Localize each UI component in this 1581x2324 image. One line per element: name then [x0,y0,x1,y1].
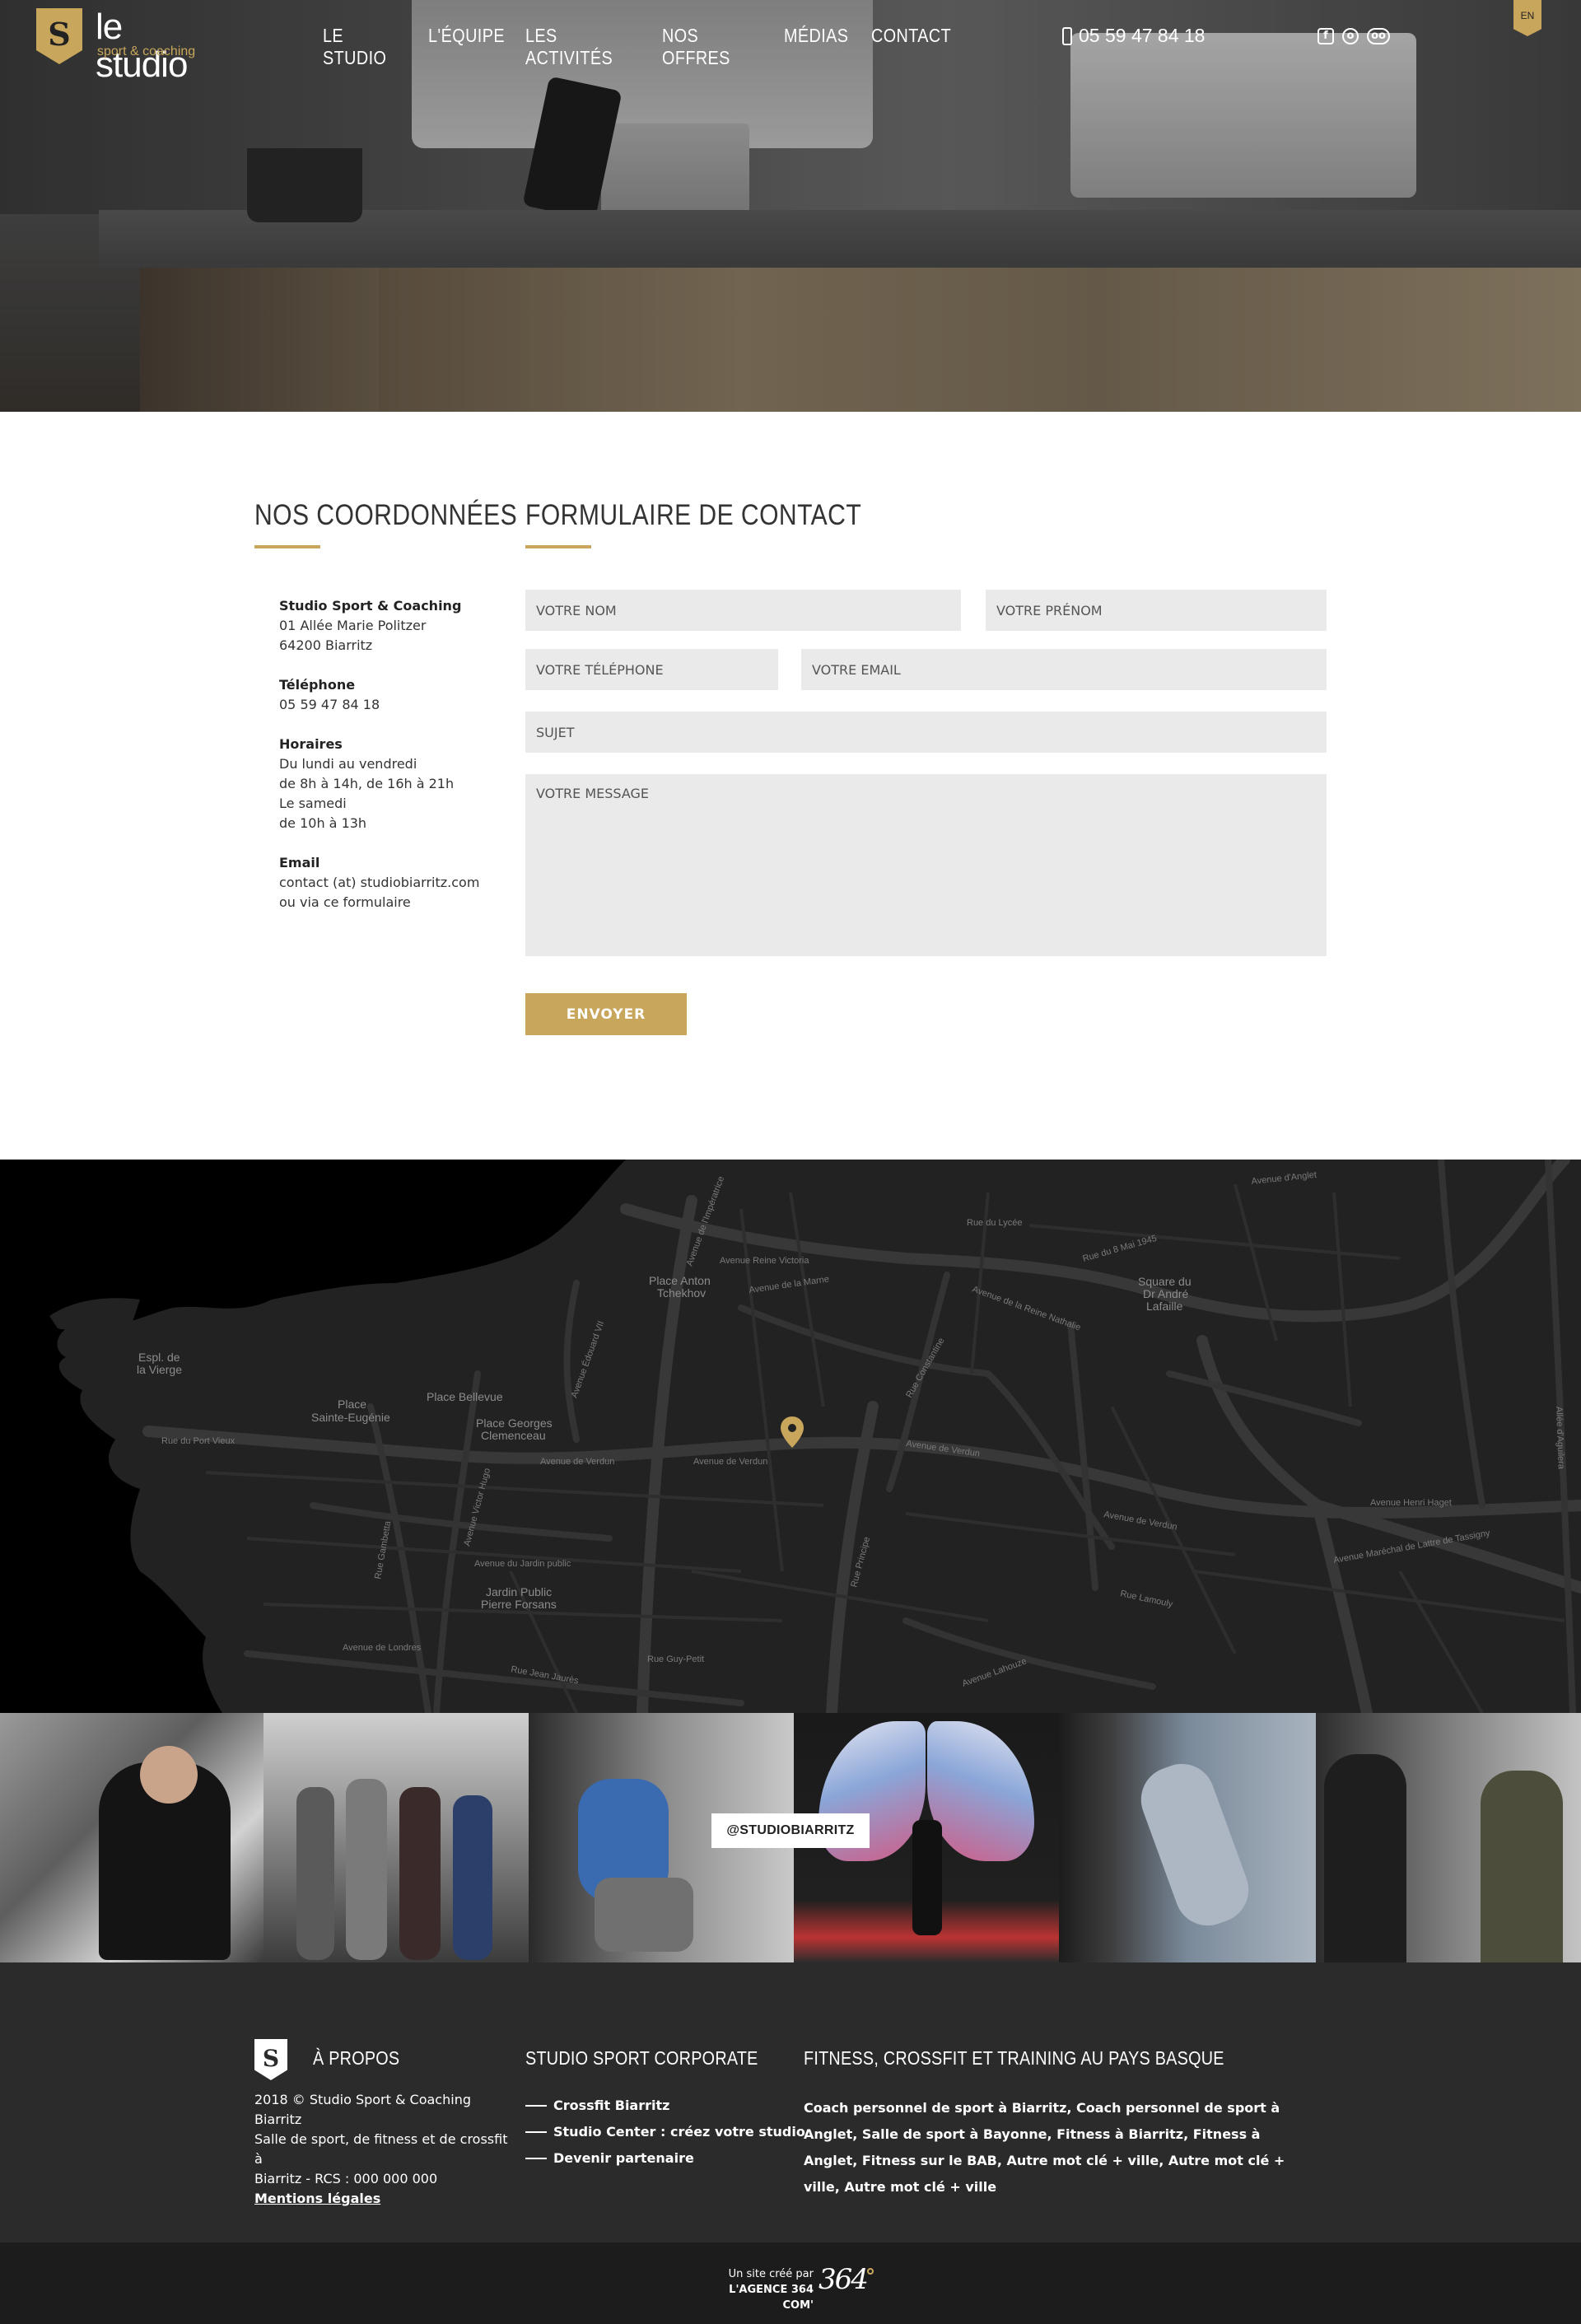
agency-credit[interactable]: Un site créé par L'AGENCE 364 COM' [698,2266,814,2313]
corp-link-studio-center[interactable]: Studio Center : créez votre studio [525,2122,805,2142]
about-line-2: Salle de sport, de fitness et de crossfi… [254,2131,508,2167]
email-label: Email [279,855,320,870]
email-value: contact (at) studiobiarritz.com [279,875,480,890]
email-alt: ou via ce formulaire [279,894,411,910]
hours-line-1: Du lundi au vendredi [279,756,417,772]
map-canvas: Espl. de la Vierge Place Sainte-Eugénie … [49,1160,1581,1713]
mobile-phone-icon [1062,26,1072,45]
sujet-input[interactable] [525,712,1327,753]
email-input[interactable] [801,649,1327,690]
header-phone[interactable]: 05 59 47 84 18 [1062,25,1205,47]
coords-heading: NOS COORDONNÉES [254,499,518,548]
footer-about-text: 2018 © Studio Sport & Coaching Biarritz … [254,2090,518,2209]
instagram-photo-2[interactable] [264,1713,529,1962]
credit-line-2: L'AGENCE 364 COM' [729,2284,814,2312]
instagram-handle-badge[interactable]: @STUDIOBIARRITZ [711,1813,870,1848]
map-label-sainte-eugenie-2: Sainte-Eugénie [311,1411,390,1424]
language-switch-en[interactable]: EN [1513,0,1541,36]
coords-title-underline [254,545,320,548]
instagram-photo-5[interactable] [1059,1713,1316,1962]
map-label-verdun-2: Avenue de Verdun [693,1457,767,1467]
map-label-clemenceau-1: Place Georges [476,1416,553,1430]
company-name: Studio Sport & Coaching [279,598,462,614]
main-nav: LE STUDIO L'ÉQUIPE LES ACTIVITÉS NOS OFF… [323,25,972,69]
map-label-clemenceau-2: Clemenceau [481,1429,546,1442]
tripadvisor-icon[interactable]: oo [1367,28,1390,44]
map-label-reine-victoria: Avenue Reine Victoria [720,1256,809,1266]
nav-activites[interactable]: LES ACTIVITÉS [525,25,613,69]
nav-medias[interactable]: MÉDIAS [784,25,848,69]
header-phone-number: 05 59 47 84 18 [1079,25,1206,46]
form-heading: FORMULAIRE DE CONTACT [525,499,1019,548]
phone-value[interactable]: 05 59 47 84 18 [279,695,510,715]
corp-link-crossfit[interactable]: Crossfit Biarritz [525,2096,805,2116]
map-label-bellevue: Place Bellevue [427,1390,503,1403]
map-label-jardin-public-2: Pierre Forsans [481,1598,557,1611]
form-title: FORMULAIRE DE CONTACT [525,499,862,531]
contact-info: Studio Sport & Coaching 01 Allée Marie P… [279,596,510,932]
address-line-1: 01 Allée Marie Politzer [279,618,427,633]
legal-notice-link[interactable]: Mentions légales [254,2191,380,2206]
logo-subtitle: sport & coaching [97,44,196,58]
instagram-photo-1[interactable] [0,1713,264,1962]
map-label-tchekhov-1: Place Anton [649,1274,711,1287]
credit-line-1: Un site créé par [728,2268,814,2280]
footer-corporate-title: STUDIO SPORT CORPORATE [525,2047,758,2069]
map-label-esplanade-1: Espl. de [138,1351,180,1364]
about-line-3: Biarritz - RCS : 000 000 000 [254,2171,438,2186]
map-label-port-vieux: Rue du Port Vieux [161,1436,236,1446]
footer-about-title: À PROPOS [313,2047,400,2069]
map-label-lycee: Rue du Lycée [967,1218,1022,1228]
hours-line-3: Le samedi [279,796,347,811]
map-label-londres: Avenue de Londres [343,1643,422,1653]
corp-link-partner[interactable]: Devenir partenaire [525,2149,805,2168]
map-label-lafaille-3: Lafaille [1146,1300,1183,1313]
instagram-icon[interactable]: o [1342,28,1359,44]
corporate-links: Crossfit Biarritz Studio Center : créez … [525,2096,805,2175]
map-label-sainte-eugenie-1: Place [338,1398,366,1411]
map-label-lafaille-2: Dr André [1143,1287,1188,1300]
phone-label: Téléphone [279,677,356,693]
nav-equipe[interactable]: L'ÉQUIPE [428,25,505,69]
nav-contact[interactable]: CONTACT [871,25,951,69]
logo-shield-icon: S [36,8,82,64]
telephone-input[interactable] [525,649,778,690]
hours-label: Horaires [279,736,343,752]
map-label-lafaille-1: Square du [1138,1275,1192,1288]
footer-fitness-title: FITNESS, CROSSFIT ET TRAINING AU PAYS BA… [804,2047,1224,2069]
nom-input[interactable] [525,590,961,631]
site-logo[interactable]: S le studio sport & coaching [36,8,217,84]
coords-title: NOS COORDONNÉES [254,499,518,531]
address-line-2: 64200 Biarritz [279,637,373,653]
form-title-underline [525,545,591,548]
prenom-input[interactable] [986,590,1327,631]
facebook-icon[interactable]: f [1318,28,1334,44]
instagram-photo-6[interactable] [1316,1713,1581,1962]
nav-offres[interactable]: NOS OFFRES [662,25,737,69]
map[interactable]: Espl. de la Vierge Place Sainte-Eugénie … [0,1160,1581,1713]
message-textarea[interactable] [525,774,1327,956]
hours-line-2: de 8h à 14h, de 16h à 21h [279,776,455,791]
map-label-jardin-public-1: Jardin Public [486,1585,552,1598]
nav-le-studio[interactable]: LE STUDIO [323,25,386,69]
map-label-henri-haget: Avenue Henri Haget [1370,1498,1452,1508]
map-label-tchekhov-2: Tchekhov [657,1286,706,1300]
map-label-guy-petit: Rue Guy-Petit [647,1654,704,1664]
map-label-verdun-1: Avenue de Verdun [540,1457,614,1467]
about-line-1: 2018 © Studio Sport & Coaching Biarritz [254,2092,471,2127]
social-links: f o oo [1318,28,1390,44]
agency-364-logo[interactable]: 364 [818,2263,874,2296]
send-button[interactable]: ENVOYER [525,993,687,1035]
hours-line-4: de 10h à 13h [279,815,367,831]
map-label-jardin-ave: Avenue du Jardin public [474,1559,571,1569]
map-label-esplanade-2: la Vierge [137,1363,182,1376]
footer-seo-text: Coach personnel de sport à Biarritz, Coa… [804,2100,1285,2195]
top-navigation: S le studio sport & coaching LE STUDIO L… [0,0,1581,84]
